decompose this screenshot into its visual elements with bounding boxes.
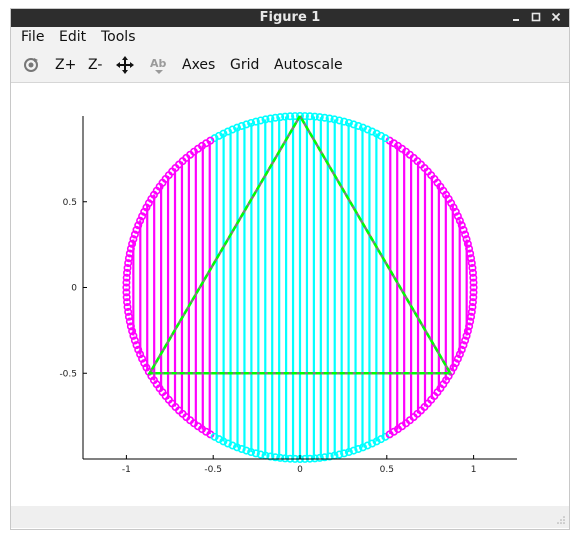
zoom-in-button[interactable]: Z+ xyxy=(55,57,76,73)
title-bar[interactable]: Figure 1 xyxy=(11,9,569,27)
grid-button[interactable]: Grid xyxy=(230,57,259,73)
rotate-icon[interactable] xyxy=(21,55,41,75)
menu-bar: File Edit Tools xyxy=(11,27,569,49)
x-tick-label: 1 xyxy=(471,465,477,475)
menu-tools[interactable]: Tools xyxy=(101,29,136,45)
x-tick-label: 0.5 xyxy=(380,465,394,475)
zoom-out-button[interactable]: Z- xyxy=(88,57,102,73)
axes-button[interactable]: Axes xyxy=(182,57,215,73)
pan-icon[interactable] xyxy=(115,55,135,75)
toolbar: Z+ Z- Ab Axes Grid Autoscale xyxy=(11,49,569,83)
svg-text:Ab: Ab xyxy=(150,57,167,70)
y-tick-label: 0.5 xyxy=(63,198,77,208)
close-icon[interactable] xyxy=(549,10,563,24)
y-tick-label: 0 xyxy=(71,284,77,294)
maximize-icon[interactable] xyxy=(529,10,543,24)
x-tick-label: -0.5 xyxy=(204,465,222,475)
status-bar xyxy=(11,506,569,528)
minimize-icon[interactable] xyxy=(509,10,523,24)
autoscale-button[interactable]: Autoscale xyxy=(274,57,343,73)
window-title: Figure 1 xyxy=(259,10,321,25)
resize-grip-icon[interactable] xyxy=(556,515,566,525)
menu-edit[interactable]: Edit xyxy=(59,29,86,45)
menu-file[interactable]: File xyxy=(21,29,44,45)
text-icon[interactable]: Ab xyxy=(149,55,169,75)
y-tick-label: -0.5 xyxy=(59,369,77,379)
figure-window: Figure 1 File Edit Tools Z+ Z- Ab Axes G… xyxy=(10,8,570,530)
x-tick-label: -1 xyxy=(122,465,131,475)
plot-area[interactable]: -1 -0.5 0 0.5 1 -0.5 0 0.5 xyxy=(11,84,569,504)
x-tick-label: 0 xyxy=(297,465,303,475)
